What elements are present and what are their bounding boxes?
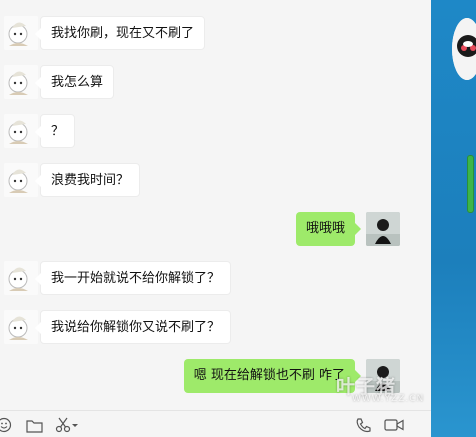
message-bubble-received[interactable]: 我说给你解锁你又说不刷了？ [34, 310, 232, 344]
phone-icon[interactable] [353, 415, 373, 435]
message-bubble-received[interactable]: 我找你刷，现在又不刷了 [34, 16, 206, 50]
sticker-thumbnail[interactable] [452, 18, 476, 80]
video-icon[interactable] [383, 415, 405, 435]
message-bubble-received[interactable]: 我怎么算 [34, 65, 115, 99]
contact-avatar[interactable] [4, 261, 38, 295]
message-bubble-sent[interactable]: 嗯 现在给解锁也不刷 咋了 [183, 359, 362, 393]
scroll-indicator[interactable] [467, 155, 474, 213]
chat-area: 我找你刷，现在又不刷了 我怎么算 ？ 浪费我时间？ 哦哦哦 我一开始就说不给你解… [0, 0, 431, 410]
emoji-icon[interactable] [0, 415, 14, 435]
user-avatar[interactable] [366, 359, 400, 393]
contact-avatar[interactable] [4, 114, 38, 148]
message-bubble-received[interactable]: 我一开始就说不给你解锁了？ [34, 261, 232, 295]
contact-avatar[interactable] [4, 65, 38, 99]
message-bubble-received[interactable]: 浪费我时间？ [34, 163, 141, 197]
contact-avatar[interactable] [4, 163, 38, 197]
contact-avatar[interactable] [4, 16, 38, 50]
message-bubble-sent[interactable]: 哦哦哦 [295, 212, 362, 246]
input-toolbar [0, 410, 431, 437]
contact-avatar[interactable] [4, 310, 38, 344]
user-avatar[interactable] [366, 212, 400, 246]
message-bubble-received[interactable]: ？ [34, 114, 76, 148]
scissors-icon[interactable] [54, 415, 80, 435]
folder-icon[interactable] [24, 415, 44, 435]
